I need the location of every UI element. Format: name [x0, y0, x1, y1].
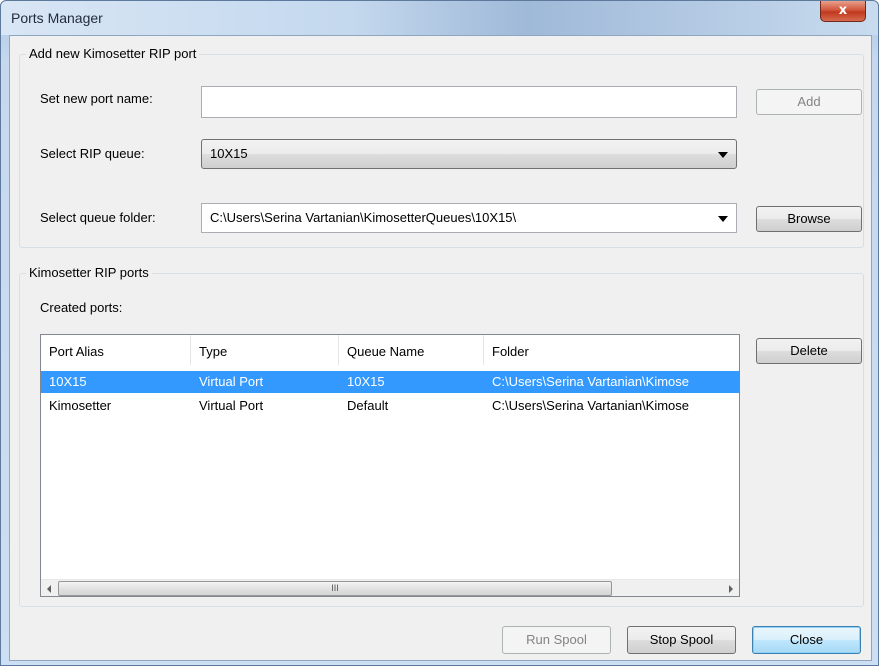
column-header-port-alias[interactable]: Port Alias — [41, 335, 191, 365]
created-ports-label: Created ports: — [40, 300, 123, 315]
close-button[interactable]: Close — [752, 626, 861, 654]
add-button[interactable]: Add — [756, 89, 862, 115]
cell-queue-name: Default — [347, 398, 389, 413]
column-header-queue-name[interactable]: Queue Name — [339, 335, 484, 365]
window-title: Ports Manager — [11, 10, 103, 26]
window-close-button[interactable]: x — [820, 1, 866, 22]
run-spool-button[interactable]: Run Spool — [502, 626, 611, 654]
chevron-down-icon[interactable] — [718, 216, 728, 222]
scroll-right-button[interactable] — [722, 580, 739, 596]
cell-type: Virtual Port — [199, 374, 264, 389]
cell-folder: C:\Users\Serina Vartanian\Kimose — [492, 374, 690, 389]
browse-button[interactable]: Browse — [756, 206, 862, 232]
cell-port-alias: Kimosetter — [49, 398, 112, 413]
dialog-client-area: Add new Kimosetter RIP port Set new port… — [9, 35, 872, 661]
close-icon: x — [838, 3, 848, 18]
column-header-folder[interactable]: Folder — [484, 335, 739, 365]
table-row[interactable]: 10X15 Virtual Port 10X15 C:\Users\Serina… — [41, 371, 739, 393]
cell-queue-name: 10X15 — [347, 374, 385, 389]
arrow-right-icon — [729, 585, 733, 593]
cell-type: Virtual Port — [199, 398, 264, 413]
ports-list[interactable]: Port Alias Type Queue Name Folder 10X15 … — [40, 334, 740, 597]
rip-queue-value: 10X15 — [210, 146, 248, 161]
rip-queue-label: Select RIP queue: — [40, 146, 145, 161]
queue-folder-combo[interactable]: C:\Users\Serina Vartanian\KimosetterQueu… — [201, 203, 737, 233]
delete-button[interactable]: Delete — [756, 338, 862, 364]
ports-list-header: Port Alias Type Queue Name Folder — [41, 335, 739, 365]
ports-manager-window: Ports Manager x Add new Kimosetter RIP p… — [0, 0, 879, 666]
rip-ports-group-legend: Kimosetter RIP ports — [26, 265, 152, 280]
table-row[interactable]: Kimosetter Virtual Port Default C:\Users… — [41, 395, 739, 417]
queue-folder-value: C:\Users\Serina Vartanian\KimosetterQueu… — [210, 210, 517, 225]
grip-icon: III — [331, 583, 339, 593]
rip-queue-select[interactable]: 10X15 — [201, 139, 737, 169]
horizontal-scrollbar[interactable]: III — [41, 579, 739, 596]
add-port-group-legend: Add new Kimosetter RIP port — [26, 46, 200, 61]
stop-spool-button[interactable]: Stop Spool — [627, 626, 736, 654]
port-name-label: Set new port name: — [40, 91, 153, 106]
cell-folder: C:\Users\Serina Vartanian\Kimose — [492, 398, 690, 413]
add-port-group: Add new Kimosetter RIP port Set new port… — [19, 46, 864, 248]
rip-ports-group: Kimosetter RIP ports Created ports: Port… — [19, 265, 864, 607]
scrollbar-thumb[interactable]: III — [58, 581, 612, 596]
title-bar[interactable]: Ports Manager x — [1, 1, 878, 35]
port-name-input[interactable] — [201, 86, 737, 118]
column-header-type[interactable]: Type — [191, 335, 339, 365]
queue-folder-label: Select queue folder: — [40, 210, 156, 225]
cell-port-alias: 10X15 — [49, 374, 87, 389]
scroll-left-button[interactable] — [41, 580, 58, 596]
chevron-down-icon — [718, 152, 728, 158]
arrow-left-icon — [47, 585, 51, 593]
